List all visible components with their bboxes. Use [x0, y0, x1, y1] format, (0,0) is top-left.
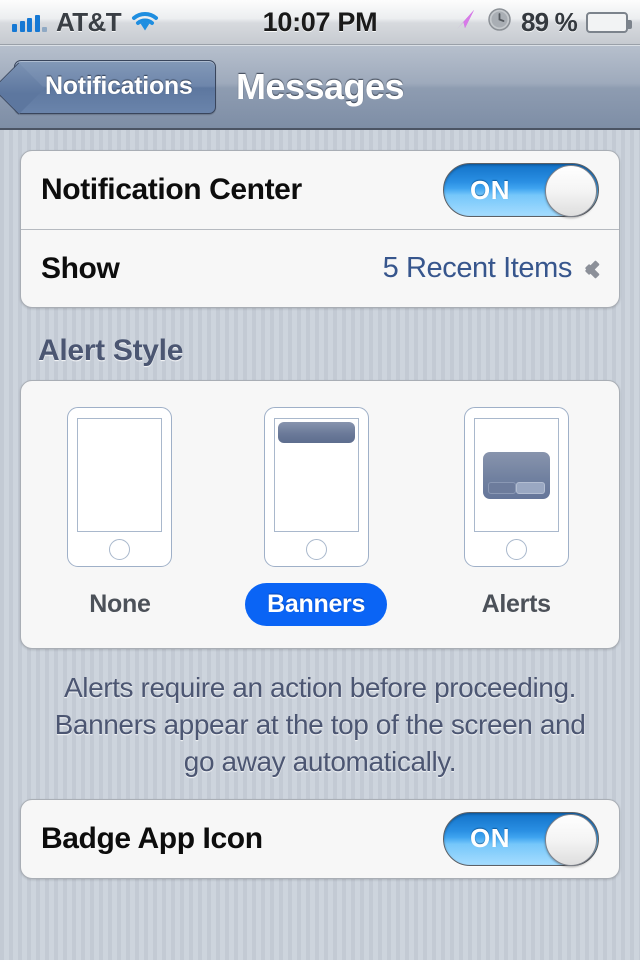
chevron-right-icon [586, 258, 599, 280]
phone-screen [77, 418, 163, 532]
alert-style-group: None Banners Alerts [20, 380, 620, 649]
location-arrow-icon [452, 7, 478, 38]
row-control: ON [443, 163, 599, 217]
alert-option-label[interactable]: Banners [245, 583, 388, 626]
battery-percent-label: 89 % [520, 6, 578, 37]
alert-option-label[interactable]: None [67, 583, 172, 626]
toggle-knob [545, 165, 597, 217]
row-badge-app-icon[interactable]: Badge App Icon ON [21, 800, 619, 878]
settings-content: Notification Center ON Show 5 Recent Ite… [0, 130, 640, 879]
toggle-state-label: ON [470, 823, 510, 854]
phone-screen [473, 418, 559, 532]
alert-dialog-buttons [487, 482, 545, 494]
alert-option-banners[interactable]: Banners [245, 407, 388, 626]
home-button-icon [305, 539, 327, 560]
row-show[interactable]: Show 5 Recent Items [21, 229, 619, 307]
row-control: ON [443, 811, 599, 866]
badge-settings-group: Badge App Icon ON [20, 798, 620, 879]
home-button-icon [505, 539, 527, 560]
alert-style-panel: None Banners Alerts [21, 381, 619, 648]
carrier-label: AT&T [56, 6, 122, 37]
status-bar-right: 89 % [452, 0, 632, 44]
status-bar-left: AT&T [12, 7, 160, 38]
back-button-label: Notifications [45, 72, 193, 100]
footer-line: Banners appear at the top of the screen … [54, 709, 586, 741]
wifi-icon [130, 9, 160, 36]
alert-option-label[interactable]: Alerts [460, 583, 573, 626]
toggle-knob [545, 813, 597, 866]
notification-settings-group: Notification Center ON Show 5 Recent Ite… [20, 150, 620, 308]
toggle-state-label: ON [470, 174, 510, 205]
cellular-signal-icon [12, 12, 47, 32]
phone-banner-icon [263, 407, 369, 567]
phone-screen [273, 418, 359, 532]
back-button[interactable]: Notifications [14, 59, 216, 114]
banner-illustration [277, 422, 355, 443]
alert-option-none[interactable]: None [67, 407, 173, 626]
phone-blank-icon [67, 407, 173, 567]
footer-line: go away automatically. [183, 746, 457, 778]
row-control: 5 Recent Items [383, 252, 599, 285]
notification-center-toggle[interactable]: ON [443, 163, 599, 217]
status-bar: AT&T 10:07 PM 89 % [0, 0, 640, 45]
alert-style-footer-note: Alerts require an action before proceedi… [20, 649, 620, 799]
alert-style-header: Alert Style [38, 334, 184, 367]
row-label: Show [41, 251, 120, 285]
alert-style-options: None Banners Alerts [31, 407, 609, 626]
alarm-clock-icon [487, 7, 512, 37]
clock-time: 10:07 PM [262, 6, 378, 37]
row-value: 5 Recent Items [382, 252, 573, 284]
home-button-icon [109, 539, 131, 560]
badge-app-icon-toggle[interactable]: ON [443, 811, 599, 866]
footer-line: Alerts require an action before proceedi… [63, 672, 576, 703]
row-notification-center[interactable]: Notification Center ON [21, 151, 619, 229]
row-label: Badge App Icon [41, 821, 263, 855]
row-label: Notification Center [41, 173, 302, 206]
navigation-bar: Notifications Messages [0, 45, 640, 130]
battery-icon [586, 11, 632, 33]
phone-alert-icon [463, 407, 569, 567]
alert-dialog-illustration [482, 452, 550, 499]
alert-option-alerts[interactable]: Alerts [460, 407, 573, 626]
